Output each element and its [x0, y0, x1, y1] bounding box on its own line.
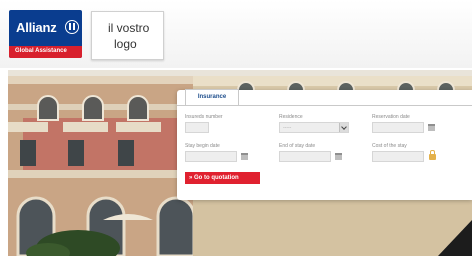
stay-begin-calendar-icon[interactable] [241, 153, 248, 160]
stay-begin-date-label: Stay begin date [185, 143, 220, 149]
end-of-stay-calendar-icon[interactable] [335, 153, 342, 160]
allianz-tagline: Global Assistance [15, 48, 67, 54]
page-header: Allianz Global Assistance il vostro logo [0, 0, 472, 68]
allianz-emblem-icon [65, 20, 79, 34]
partner-logo-line1: il vostro [108, 21, 150, 35]
tab-divider [177, 105, 472, 106]
reservation-date-label: Reservation date [372, 114, 410, 120]
reservation-date-input[interactable] [372, 122, 424, 133]
allianz-logo[interactable]: Allianz Global Assistance [9, 10, 82, 58]
cost-of-stay-input[interactable] [372, 151, 424, 162]
partner-logo-line2: logo [114, 37, 137, 51]
tab-insurance[interactable]: Insurance [185, 89, 239, 106]
reservation-calendar-icon[interactable] [428, 124, 435, 131]
lock-icon [429, 150, 436, 160]
end-of-stay-date-input[interactable] [279, 151, 331, 162]
end-of-stay-date-label: End of stay date [279, 143, 316, 149]
allianz-tagline-strip: Global Assistance [9, 46, 82, 58]
quote-panel: Insurance Insureds number Residence ----… [177, 89, 472, 200]
stay-begin-date-input[interactable] [185, 151, 237, 162]
chevron-down-icon [339, 123, 348, 132]
insureds-number-label: Insureds number [185, 114, 223, 120]
allianz-logo-text: Allianz [16, 20, 57, 35]
residence-select-value: ----- [283, 125, 292, 131]
residence-label: Residence [279, 114, 303, 120]
insureds-number-input[interactable] [185, 122, 209, 133]
go-to-quotation-button[interactable]: » Go to quotation [185, 172, 260, 184]
cost-of-stay-label: Cost of the stay [372, 143, 407, 149]
partner-logo: il vostro logo [91, 11, 164, 60]
residence-select[interactable]: ----- [279, 122, 349, 133]
